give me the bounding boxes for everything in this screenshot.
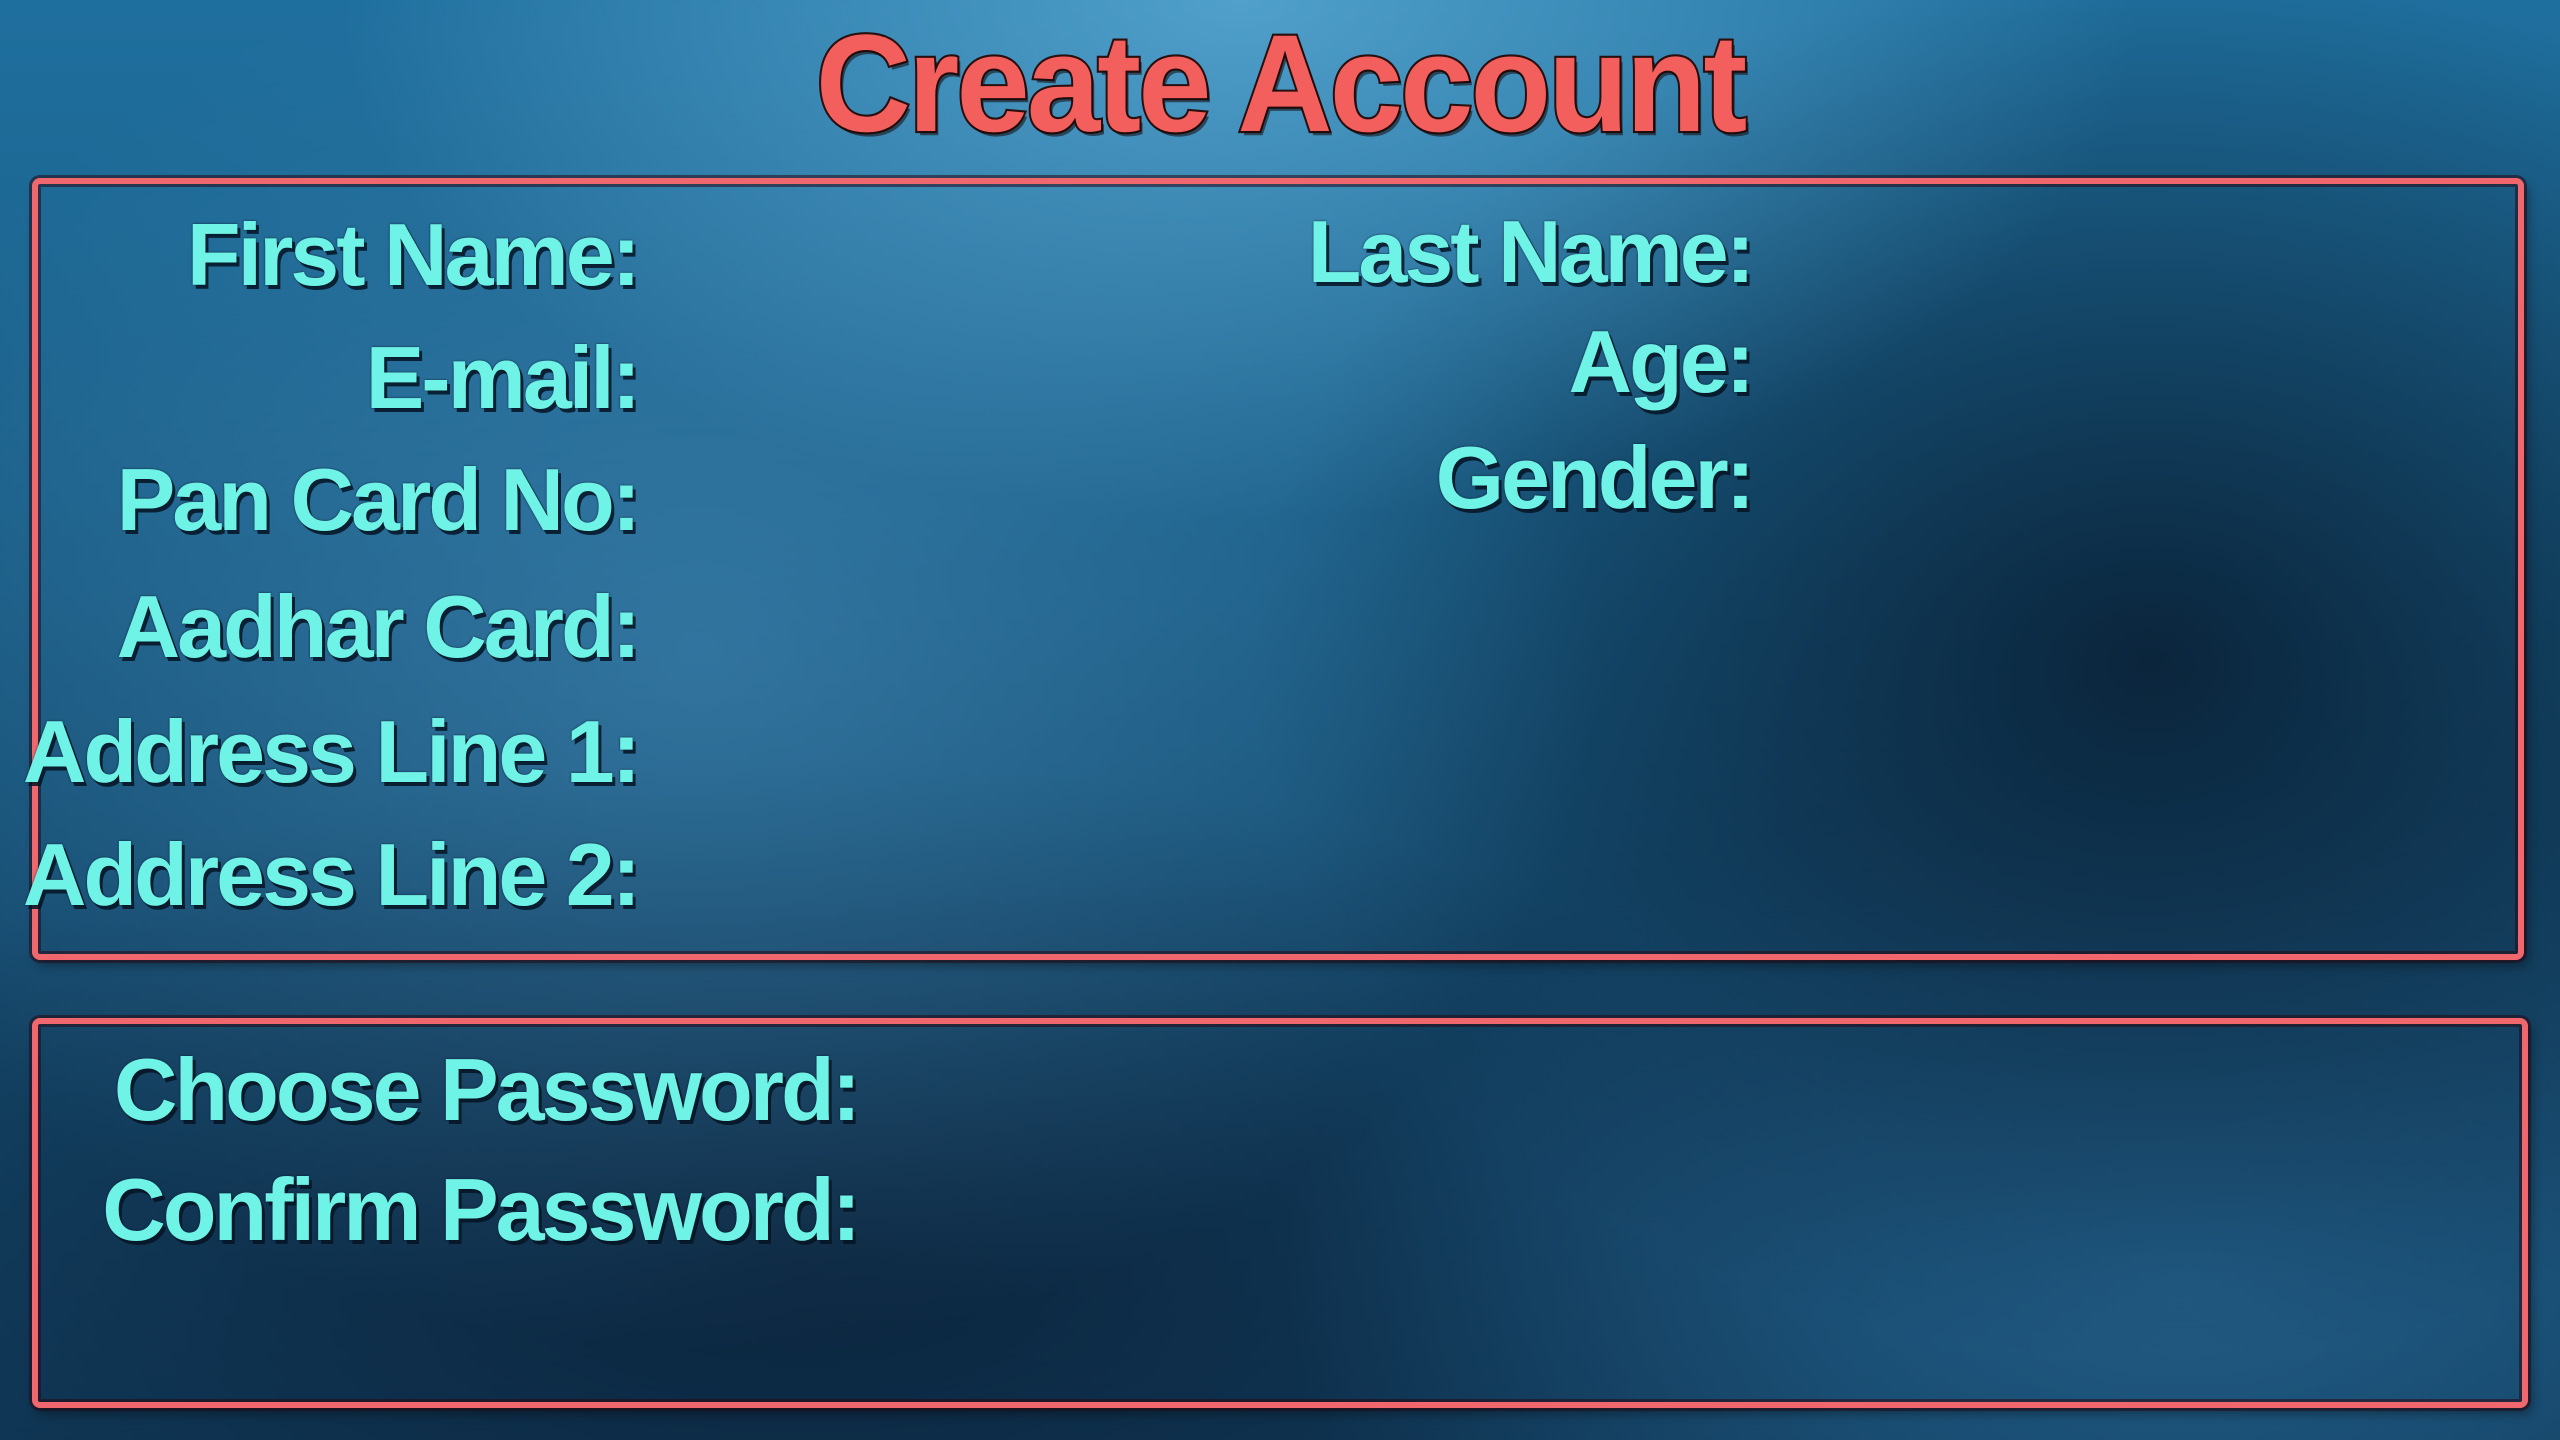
gender-label: Gender: xyxy=(1435,428,1755,527)
last-name-label: Last Name: xyxy=(1307,202,1755,301)
address-line-1-label: Address Line 1: xyxy=(22,702,641,801)
confirm-password-label: Confirm Password: xyxy=(102,1160,861,1259)
page-title: Create Account xyxy=(814,4,1750,163)
pan-card-label: Pan Card No: xyxy=(116,450,641,549)
address-line-2-label: Address Line 2: xyxy=(22,825,641,924)
choose-password-label: Choose Password: xyxy=(113,1040,861,1139)
age-label: Age: xyxy=(1568,312,1755,411)
email-label: E-mail: xyxy=(365,328,641,427)
aadhar-card-label: Aadhar Card: xyxy=(116,577,641,676)
first-name-label: First Name: xyxy=(186,205,641,304)
